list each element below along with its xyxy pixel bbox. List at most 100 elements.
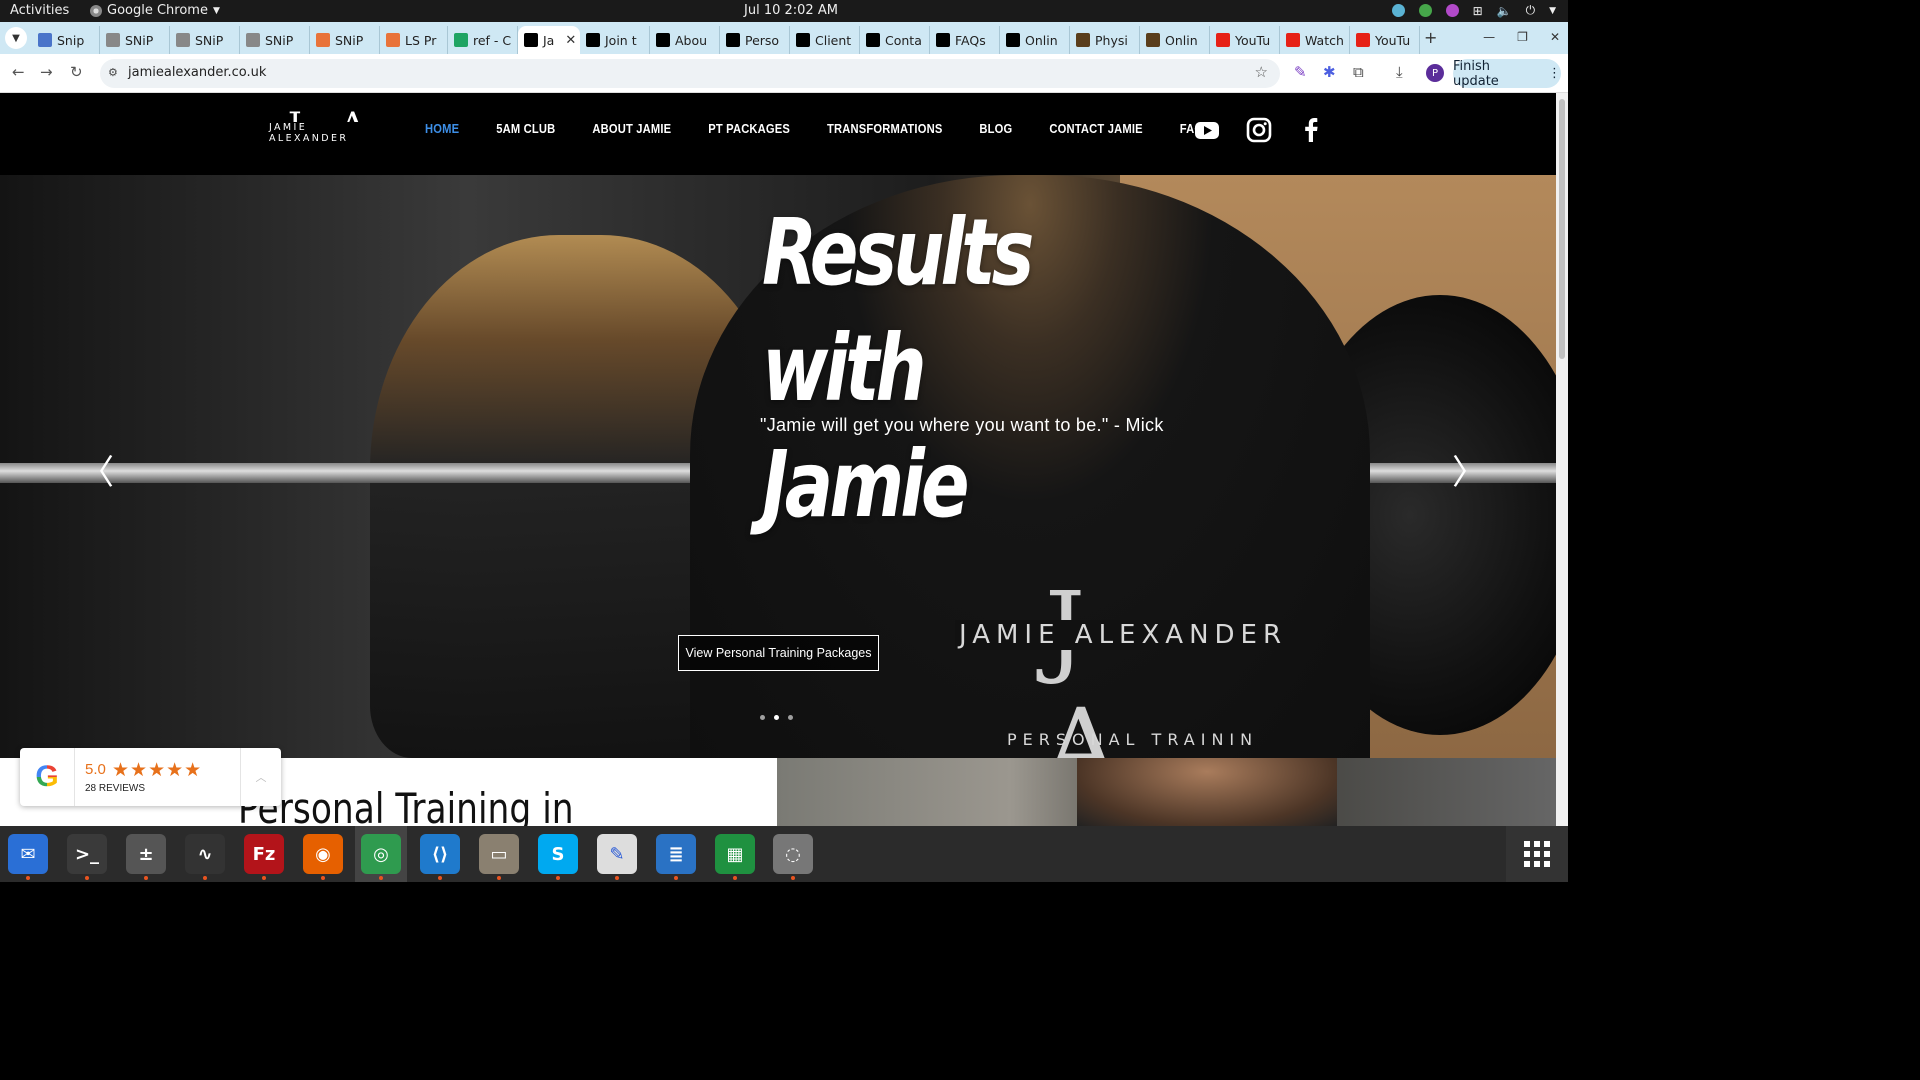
- nav-item-blog[interactable]: BLOG: [979, 121, 1012, 136]
- browser-toolbar: ← → ↻ ⚙ jamiealexander.co.uk ☆ ✎ ✱ ⧉ ⤓ P…: [0, 54, 1568, 93]
- skype-icon[interactable]: S: [538, 834, 578, 880]
- browser-tab[interactable]: SNiP: [240, 26, 310, 54]
- nav-item-contact-jamie[interactable]: CONTACT JAMIE: [1049, 121, 1142, 136]
- reload-button[interactable]: ↻: [70, 63, 83, 81]
- slide-next-arrow-icon[interactable]: 〉: [1452, 445, 1486, 494]
- network-icon[interactable]: ⊞: [1473, 4, 1483, 18]
- tab-favicon-icon: [726, 33, 740, 47]
- restore-icon[interactable]: ❐: [1517, 30, 1528, 44]
- main-navigation: HOME 5AM CLUB ABOUT JAMIE PT PACKAGES TRANSF…: [425, 121, 1247, 136]
- finish-update-button[interactable]: Finish update ⋮: [1453, 59, 1561, 89]
- tab-favicon-icon: [246, 33, 260, 47]
- page-scrollbar[interactable]: [1556, 93, 1568, 826]
- instagram-icon[interactable]: [1246, 117, 1272, 143]
- nav-item-pt-packages[interactable]: PT PACKAGES: [708, 121, 790, 136]
- browser-tab[interactable]: SNiP: [310, 26, 380, 54]
- browser-tab[interactable]: YouTu: [1210, 26, 1280, 54]
- browser-tab[interactable]: Join t: [580, 26, 650, 54]
- nav-item-5am-club[interactable]: 5AM CLUB: [496, 121, 555, 136]
- tab-label: YouTu: [1235, 32, 1271, 48]
- browser-tab[interactable]: LS Pr: [380, 26, 448, 54]
- dock: ✉ >_ ± ∿ Fz ◉ ◎ ⟨⟩ ▭ S ✎ ≣ ▦ ◌: [0, 826, 1568, 882]
- system-monitor-icon[interactable]: ∿: [185, 834, 225, 880]
- new-tab-button[interactable]: +: [1424, 28, 1437, 47]
- chevron-up-icon[interactable]: ︿: [240, 748, 281, 806]
- site-logo[interactable]: J A JAMIE ALEXANDER: [268, 105, 386, 147]
- nav-item-about-jamie[interactable]: ABOUT JAMIE: [592, 121, 671, 136]
- asterisk-extension-icon[interactable]: ✱: [1323, 63, 1336, 81]
- power-icon[interactable]: ⏻: [1526, 3, 1536, 18]
- nav-item-transformations[interactable]: TRANSFORMATIONS: [827, 121, 942, 136]
- tray-check-icon[interactable]: [1418, 4, 1432, 17]
- site-info-icon[interactable]: ⚙: [108, 66, 122, 80]
- chevron-down-icon[interactable]: ▼: [1549, 6, 1556, 16]
- close-window-icon[interactable]: ✕: [1550, 30, 1560, 44]
- extensions-puzzle-icon[interactable]: ⧉: [1353, 63, 1364, 81]
- browser-tab[interactable]: Onlin: [1140, 26, 1210, 54]
- volume-icon[interactable]: 🔈: [1497, 4, 1512, 18]
- google-reviews-widget[interactable]: G 5.0 ★★★★★ 28 REVIEWS ︿: [20, 748, 281, 806]
- browser-tab[interactable]: SNiP: [170, 26, 240, 54]
- view-packages-button[interactable]: View Personal Training Packages: [678, 635, 879, 671]
- browser-tab[interactable]: Watch: [1280, 26, 1350, 54]
- back-button[interactable]: ←: [12, 63, 25, 81]
- thunderbird-icon[interactable]: ✉: [8, 834, 48, 880]
- vscode-icon[interactable]: ⟨⟩: [420, 834, 460, 880]
- disk-icon[interactable]: ◌: [773, 834, 813, 880]
- youtube-icon[interactable]: [1194, 117, 1220, 143]
- browser-tab[interactable]: Perso: [720, 26, 790, 54]
- firefox-icon[interactable]: ◉: [303, 834, 343, 880]
- tab-search-button[interactable]: ▼: [5, 27, 27, 49]
- browser-tab[interactable]: YouTu: [1350, 26, 1420, 54]
- scrollbar-thumb[interactable]: [1559, 99, 1565, 359]
- running-indicator: [144, 876, 148, 880]
- system-tray[interactable]: ⊞ 🔈 ⏻ ▼: [1391, 3, 1556, 18]
- nav-item-home[interactable]: HOME: [425, 121, 459, 136]
- forward-button[interactable]: →: [40, 63, 53, 81]
- terminal-icon[interactable]: >_: [67, 834, 107, 880]
- slide-dot[interactable]: [788, 715, 793, 720]
- tab-favicon-icon: [866, 33, 880, 47]
- writer-icon[interactable]: ≣: [656, 834, 696, 880]
- browser-tab[interactable]: Conta: [860, 26, 930, 54]
- bookmark-star-icon[interactable]: ☆: [1255, 63, 1268, 81]
- browser-tab[interactable]: Abou: [650, 26, 720, 54]
- tab-favicon-icon: [936, 33, 950, 47]
- activities-button[interactable]: Activities: [10, 3, 69, 18]
- slide-prev-arrow-icon[interactable]: 〈: [80, 445, 114, 494]
- logo-wordmark: JAMIE ALEXANDER: [268, 122, 386, 144]
- url-text[interactable]: jamiealexander.co.uk: [128, 65, 266, 80]
- clock[interactable]: Jul 10 2:02 AM: [744, 3, 838, 18]
- files-icon[interactable]: ▭: [479, 834, 519, 880]
- pen-extension-icon[interactable]: ✎: [1294, 63, 1307, 81]
- slide-dot[interactable]: [774, 715, 779, 720]
- filezilla-icon[interactable]: Fz: [244, 834, 284, 880]
- running-indicator: [615, 876, 619, 880]
- browser-tab[interactable]: Onlin: [1000, 26, 1070, 54]
- tray-app-icon[interactable]: [1391, 4, 1405, 17]
- download-icon[interactable]: ⤓: [1396, 63, 1403, 81]
- browser-tab[interactable]: SNiP: [100, 26, 170, 54]
- browser-tab[interactable]: Snip: [32, 26, 100, 54]
- running-indicator: [556, 876, 560, 880]
- tab-label: Conta: [885, 32, 922, 48]
- profile-avatar[interactable]: P: [1426, 64, 1444, 82]
- chrome-icon[interactable]: ◎: [361, 834, 401, 880]
- close-tab-icon[interactable]: ✕: [565, 33, 576, 48]
- facebook-icon[interactable]: [1298, 117, 1324, 143]
- text-editor-icon[interactable]: ✎: [597, 834, 637, 880]
- calc-icon[interactable]: ▦: [715, 834, 755, 880]
- browser-tab[interactable]: Physi: [1070, 26, 1140, 54]
- browser-tab[interactable]: Client: [790, 26, 860, 54]
- app-menu[interactable]: Google Chrome ▼: [90, 3, 220, 18]
- minimize-icon[interactable]: —: [1483, 30, 1495, 44]
- browser-tab[interactable]: FAQs: [930, 26, 1000, 54]
- tray-color-icon[interactable]: [1445, 4, 1459, 17]
- calculator-icon[interactable]: ±: [126, 834, 166, 880]
- show-apps-button[interactable]: [1506, 826, 1568, 882]
- running-indicator: [262, 876, 266, 880]
- browser-tab[interactable]: ref - C: [448, 26, 518, 54]
- browser-tab[interactable]: Ja ✕: [518, 26, 580, 54]
- address-bar[interactable]: ⚙ jamiealexander.co.uk ☆: [100, 59, 1280, 88]
- slide-dot[interactable]: [760, 715, 765, 720]
